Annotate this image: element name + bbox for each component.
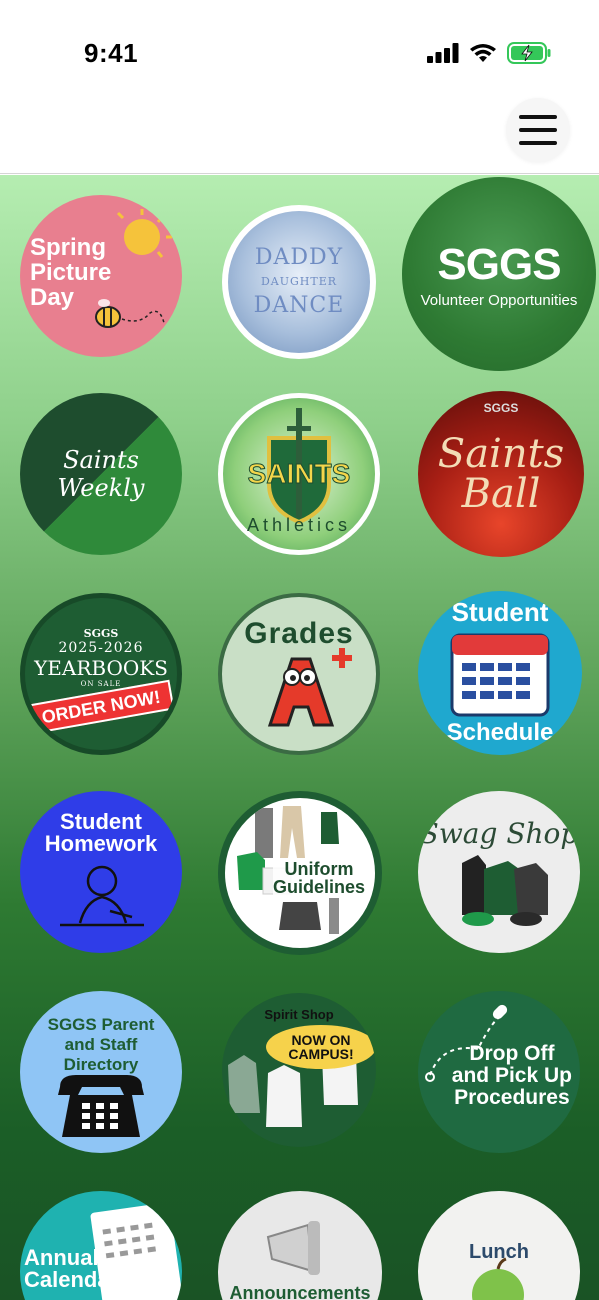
tile-label: Spirit Shop (264, 1007, 334, 1022)
tile-yearbooks[interactable]: SGGS 2025-2026 YEARBOOKS ON SALE ORDER N… (20, 593, 182, 755)
tile-sublabel: Athletics (246, 515, 352, 535)
tile-volunteer-opportunities[interactable]: SGGS Volunteer Opportunities (402, 177, 596, 371)
tile-label: Spring Picture Day (30, 234, 112, 311)
tile-directory[interactable]: SGGS Parent and Staff Directory (20, 991, 182, 1153)
tile-label: Announcements (229, 1283, 371, 1300)
cellular-signal-icon (427, 43, 459, 63)
tile-label: Drop Off and Pick Up Procedures (451, 1042, 572, 1109)
tile-label: Saints Weekly (57, 446, 145, 502)
now-on-campus-badge: NOW ON CAMPUS! (266, 1025, 376, 1069)
tile-label: Student (451, 597, 549, 627)
tile-sublabel: SGGS (483, 401, 519, 415)
tile-spring-picture-day[interactable]: Spring Picture Day (20, 195, 182, 357)
battery-charging-icon (507, 42, 551, 64)
menu-button[interactable] (506, 98, 570, 162)
tile-label: Swag Shop (419, 817, 579, 850)
tile-label: SAINTS (247, 458, 351, 490)
hamburger-menu-icon (519, 115, 557, 145)
tile-swag-shop[interactable]: Swag Shop (418, 791, 580, 953)
tile-label: Annual Calendar (24, 1245, 119, 1292)
tile-grades[interactable]: Grades (218, 593, 380, 755)
tile-uniform-guidelines[interactable]: Uniform Guidelines (218, 791, 382, 955)
status-time: 9:41 (84, 38, 139, 68)
tile-saints-ball[interactable]: SGGS Saints Ball (418, 391, 584, 557)
tile-label: SGGS Parent and Staff Directory (47, 1015, 155, 1074)
tile-annual-calendar[interactable]: Annual Calendar (20, 1191, 182, 1300)
tile-saints-athletics[interactable]: SAINTS Athletics (218, 393, 380, 555)
wifi-icon (470, 44, 496, 62)
tile-student-homework[interactable]: Student Homework (20, 791, 182, 953)
tile-label: Grades (244, 617, 354, 650)
tile-label: SGGS 2025-2026 YEARBOOKS ON SALE ORDER N… (27, 627, 175, 734)
tile-label: Student Homework (44, 809, 158, 856)
tile-daddy-daughter-dance[interactable]: DADDY DAUGHTER DANCE (222, 205, 376, 359)
status-bar: 9:41 (0, 0, 599, 90)
tile-sublabel: Schedule (446, 719, 554, 746)
tile-label: Lunch (469, 1241, 529, 1263)
tile-drop-off-pick-up[interactable]: Drop Off and Pick Up Procedures (418, 991, 580, 1153)
tile-lunch[interactable]: Lunch (418, 1191, 580, 1300)
tile-label: Uniform Guidelines (272, 859, 365, 897)
tile-grid: Spring Picture Day DADDY DAUGHTER DANCE … (0, 175, 599, 1300)
merchandise-icon (462, 855, 548, 926)
tile-label: DADDY DAUGHTER DANCE (253, 245, 345, 318)
tile-spirit-shop[interactable]: Spirit Shop NOW ON CAMPUS! (222, 993, 376, 1147)
tile-label: Saints Ball (437, 431, 565, 517)
tile-saints-weekly[interactable]: Saints Weekly (20, 393, 182, 555)
status-icons (427, 42, 551, 64)
app-header (0, 90, 599, 174)
tile-announcements[interactable]: Announcements (218, 1191, 382, 1300)
tile-student-schedule[interactable]: Student Schedule (418, 591, 582, 755)
tile-label: SGGS Volunteer Opportunities (420, 239, 578, 309)
